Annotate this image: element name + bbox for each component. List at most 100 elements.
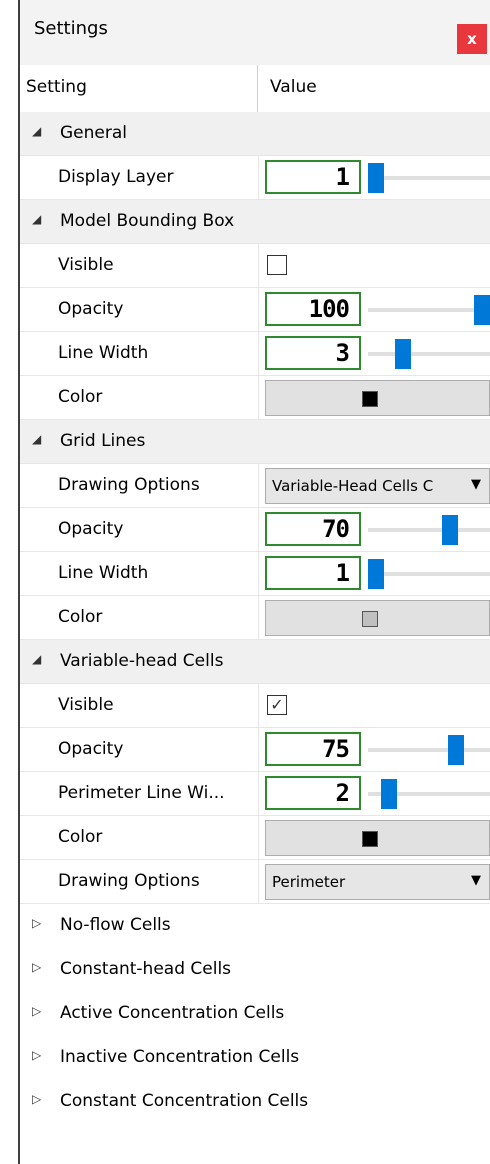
- vh-drawing-options-select[interactable]: Perimeter ▼: [265, 864, 490, 900]
- setting-row-bbox-visible[interactable]: Visible: [20, 244, 490, 288]
- setting-row-grid-drawing-options[interactable]: Drawing Options Variable-Head Cells C ▼: [20, 464, 490, 508]
- chevron-down-icon: ▼: [471, 477, 481, 492]
- chevron-down-icon: ▼: [471, 873, 481, 888]
- setting-row-vh-opacity[interactable]: Opacity 75: [20, 728, 490, 772]
- grid-opacity-slider-thumb[interactable]: [442, 515, 459, 545]
- row-divider: [258, 596, 259, 640]
- category-no-flow-cells[interactable]: ▷ No-flow Cells: [20, 904, 490, 948]
- setting-row-vh-color[interactable]: Color: [20, 816, 490, 860]
- collapsed-icon[interactable]: ▷: [32, 1092, 41, 1106]
- setting-label: Opacity: [58, 739, 124, 759]
- expanded-icon[interactable]: ◢: [32, 124, 41, 138]
- expanded-icon[interactable]: ◢: [32, 652, 41, 666]
- setting-label: Drawing Options: [58, 871, 200, 891]
- expanded-icon[interactable]: ◢: [32, 432, 41, 446]
- setting-label: Opacity: [58, 299, 124, 319]
- collapsed-icon[interactable]: ▷: [32, 916, 41, 930]
- vh-opacity-value[interactable]: 75: [265, 732, 361, 766]
- setting-label: Visible: [58, 695, 114, 715]
- category-grid-lines[interactable]: ◢ Grid Lines: [20, 420, 490, 464]
- column-header-value[interactable]: Value: [270, 77, 317, 97]
- category-label: General: [60, 123, 127, 143]
- vh-color-button[interactable]: [265, 820, 490, 856]
- column-header: Setting Value: [20, 65, 490, 113]
- category-label: Constant Concentration Cells: [60, 1091, 309, 1111]
- bbox-line-width-value[interactable]: 3: [265, 336, 361, 370]
- setting-row-bbox-line-width[interactable]: Line Width 3: [20, 332, 490, 376]
- setting-row-bbox-color[interactable]: Color: [20, 376, 490, 420]
- category-general[interactable]: ◢ General: [20, 112, 490, 156]
- vh-perimeter-line-width-slider-thumb[interactable]: [380, 779, 397, 809]
- setting-label: Opacity: [58, 519, 124, 539]
- bbox-opacity-slider-track[interactable]: [368, 308, 490, 312]
- bbox-visible-checkbox[interactable]: [267, 255, 287, 275]
- setting-row-vh-perimeter-line-width[interactable]: Perimeter Line Wi... 2: [20, 772, 490, 816]
- category-label: Grid Lines: [60, 431, 146, 451]
- vh-perimeter-line-width-value[interactable]: 2: [265, 776, 361, 810]
- display-layer-value[interactable]: 1: [265, 160, 361, 194]
- color-swatch: [362, 611, 378, 627]
- category-model-bounding-box[interactable]: ◢ Model Bounding Box: [20, 200, 490, 244]
- grid-line-width-slider-track[interactable]: [368, 572, 490, 576]
- category-label: No-flow Cells: [60, 915, 171, 935]
- color-swatch: [362, 831, 378, 847]
- bbox-line-width-slider-track[interactable]: [368, 352, 490, 356]
- setting-row-grid-line-width[interactable]: Line Width 1: [20, 552, 490, 596]
- bbox-line-width-slider-thumb[interactable]: [394, 339, 411, 369]
- collapsed-icon[interactable]: ▷: [32, 1004, 41, 1018]
- row-divider: [258, 772, 259, 816]
- grid-drawing-options-select[interactable]: Variable-Head Cells C ▼: [265, 468, 490, 504]
- collapsed-icon[interactable]: ▷: [32, 960, 41, 974]
- column-header-setting[interactable]: Setting: [26, 77, 87, 97]
- bbox-color-button[interactable]: [265, 380, 490, 416]
- close-button[interactable]: x: [457, 24, 487, 54]
- setting-label: Color: [58, 827, 103, 847]
- category-label: Active Concentration Cells: [60, 1003, 285, 1023]
- category-constant-concentration-cells[interactable]: ▷ Constant Concentration Cells: [20, 1080, 490, 1124]
- row-divider: [258, 816, 259, 860]
- category-inactive-concentration-cells[interactable]: ▷ Inactive Concentration Cells: [20, 1036, 490, 1080]
- setting-label: Visible: [58, 255, 114, 275]
- setting-label: Color: [58, 607, 103, 627]
- setting-label: Color: [58, 387, 103, 407]
- vh-visible-checkbox[interactable]: ✓: [267, 695, 287, 715]
- expanded-icon[interactable]: ◢: [32, 212, 41, 226]
- close-icon: x: [467, 30, 477, 48]
- setting-row-vh-drawing-options[interactable]: Drawing Options Perimeter ▼: [20, 860, 490, 904]
- row-divider: [258, 552, 259, 596]
- setting-row-display-layer[interactable]: Display Layer 1: [20, 156, 490, 200]
- row-divider: [258, 332, 259, 376]
- grid-line-width-value[interactable]: 1: [265, 556, 361, 590]
- grid-color-button[interactable]: [265, 600, 490, 636]
- category-constant-head-cells[interactable]: ▷ Constant-head Cells: [20, 948, 490, 992]
- grid-opacity-value[interactable]: 70: [265, 512, 361, 546]
- setting-row-grid-color[interactable]: Color: [20, 596, 490, 640]
- category-label: Constant-head Cells: [60, 959, 232, 979]
- setting-label: Perimeter Line Wi...: [58, 783, 225, 803]
- column-divider[interactable]: [257, 65, 258, 112]
- grid-opacity-slider-track[interactable]: [368, 528, 490, 532]
- vh-opacity-slider-track[interactable]: [368, 748, 490, 752]
- setting-row-bbox-opacity[interactable]: Opacity 100: [20, 288, 490, 332]
- setting-label: Line Width: [58, 343, 149, 363]
- category-variable-head-cells[interactable]: ◢ Variable-head Cells: [20, 640, 490, 684]
- category-active-concentration-cells[interactable]: ▷ Active Concentration Cells: [20, 992, 490, 1036]
- category-label: Inactive Concentration Cells: [60, 1047, 300, 1067]
- row-divider: [258, 728, 259, 772]
- collapsed-icon[interactable]: ▷: [32, 1048, 41, 1062]
- setting-row-vh-visible[interactable]: Visible ✓: [20, 684, 490, 728]
- bbox-opacity-slider-thumb[interactable]: [474, 295, 490, 325]
- setting-row-grid-opacity[interactable]: Opacity 70: [20, 508, 490, 552]
- row-divider: [258, 464, 259, 508]
- row-divider: [258, 508, 259, 552]
- grid-line-width-slider-thumb[interactable]: [368, 559, 384, 589]
- category-label: Variable-head Cells: [60, 651, 224, 671]
- display-layer-slider-track[interactable]: [368, 176, 490, 180]
- row-divider: [258, 156, 259, 200]
- display-layer-slider-thumb[interactable]: [368, 163, 384, 193]
- vh-opacity-slider-thumb[interactable]: [447, 735, 464, 765]
- row-divider: [258, 684, 259, 728]
- checkmark-icon: ✓: [270, 695, 284, 714]
- panel-title: Settings: [34, 18, 108, 39]
- bbox-opacity-value[interactable]: 100: [265, 292, 361, 326]
